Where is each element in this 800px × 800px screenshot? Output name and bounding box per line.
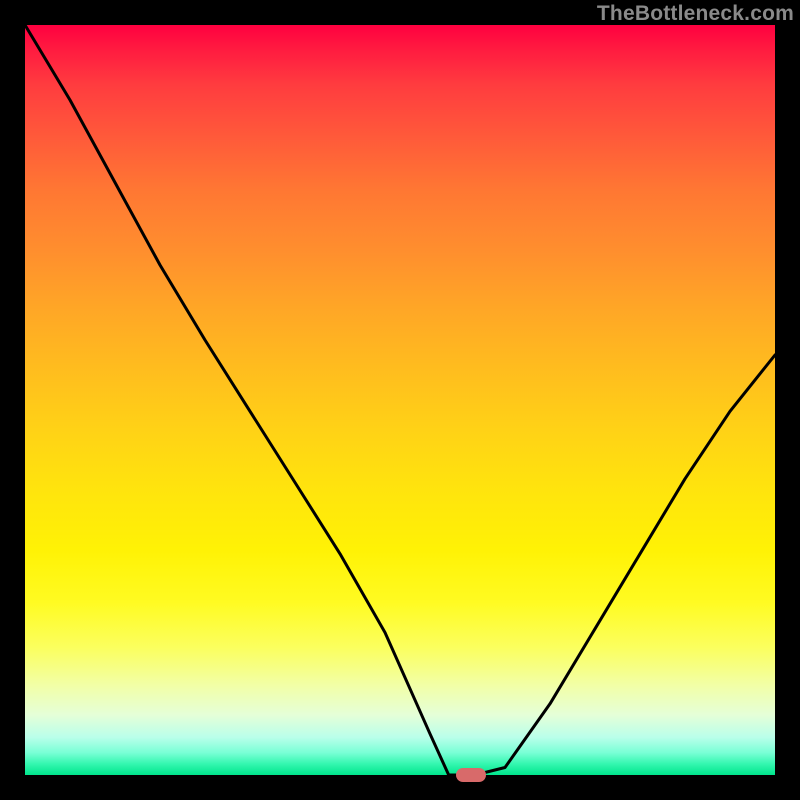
chart-frame: TheBottleneck.com xyxy=(0,0,800,800)
gradient-plot-area xyxy=(25,25,775,775)
watermark-text: TheBottleneck.com xyxy=(597,2,794,26)
optimum-marker xyxy=(456,768,486,782)
bottleneck-curve xyxy=(25,25,775,775)
